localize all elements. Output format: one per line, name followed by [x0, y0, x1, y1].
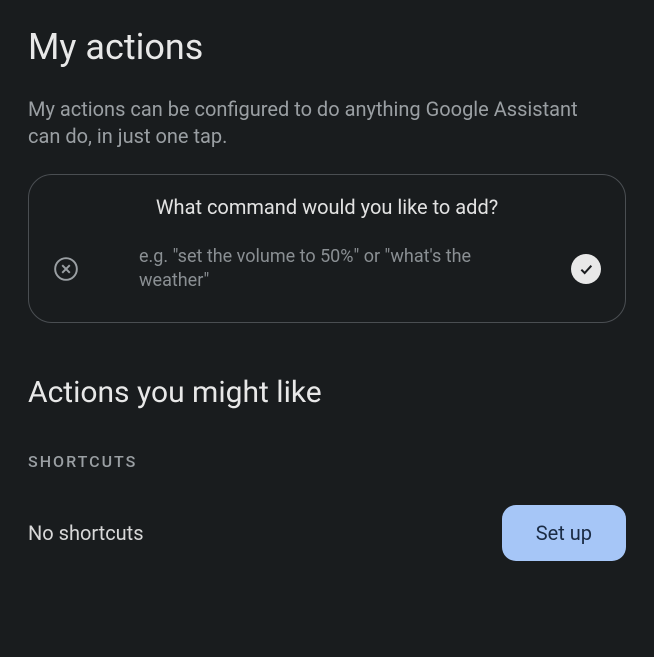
command-input-row: e.g. "set the volume to 50%" or "what's …: [53, 245, 601, 294]
add-command-card: What command would you like to add? e.g.…: [28, 174, 626, 323]
confirm-icon[interactable]: [571, 254, 601, 284]
command-prompt: What command would you like to add?: [53, 195, 601, 219]
shortcuts-empty-text: No shortcuts: [28, 521, 144, 545]
command-placeholder: e.g. "set the volume to 50%" or "what's …: [139, 245, 519, 294]
page-description: My actions can be configured to do anyth…: [28, 96, 588, 150]
close-icon[interactable]: [53, 256, 79, 282]
shortcuts-label: SHORTCUTS: [28, 452, 626, 471]
setup-button[interactable]: Set up: [502, 505, 626, 561]
shortcuts-row: No shortcuts Set up: [28, 505, 626, 561]
command-input[interactable]: e.g. "set the volume to 50%" or "what's …: [99, 245, 551, 294]
suggestions-title: Actions you might like: [28, 375, 626, 410]
page-title: My actions: [28, 26, 626, 68]
